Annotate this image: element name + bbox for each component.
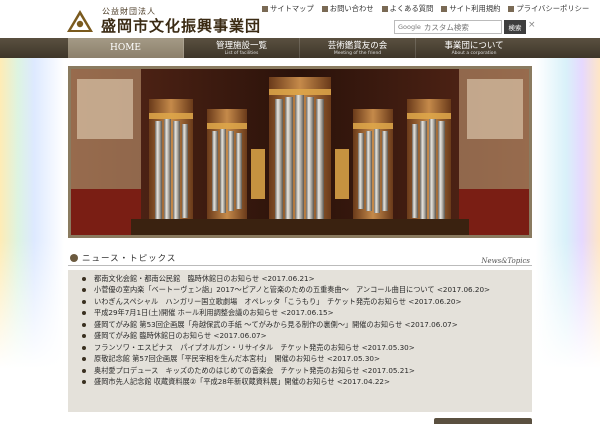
dot-bullet-icon <box>82 334 86 339</box>
google-label: Google <box>398 23 421 31</box>
nav-about[interactable]: 事業団について About a corporation <box>416 38 532 58</box>
org-name[interactable]: 盛岡市文化振興事業団 <box>101 15 261 36</box>
circle-bullet-icon <box>70 254 78 262</box>
news-list: 都南文化会館・都南公民館 臨時休館日のお知らせ <2017.06.21> 小菅優… <box>68 270 532 412</box>
news-item[interactable]: 都南文化会館・都南公民館 臨時休館日のお知らせ <2017.06.21> <box>68 273 532 285</box>
dot-bullet-icon <box>82 345 86 350</box>
clear-search-icon[interactable]: × <box>528 20 536 30</box>
news-item[interactable]: 盛岡てがみ館 臨時休館日のお知らせ <2017.06.07> <box>68 331 532 343</box>
top-link-contact[interactable]: お問い合わせ <box>321 4 374 14</box>
dot-bullet-icon <box>82 357 86 362</box>
dot-bullet-icon <box>82 276 86 281</box>
news-more-tab[interactable] <box>434 418 532 424</box>
square-bullet-icon <box>262 6 268 12</box>
news-title: ニュース・トピックス <box>82 254 177 264</box>
news-item[interactable]: 原敬記念館 第57回企画展「平民宰相を生んだ本宮村」 開催のお知らせ <2017… <box>68 354 532 366</box>
nav-friends-club[interactable]: 芸術鑑賞友の会 Meeting of the friend <box>300 38 416 58</box>
dot-bullet-icon <box>82 288 86 293</box>
square-bullet-icon <box>441 6 448 12</box>
top-link-privacy[interactable]: プライバシーポリシー <box>508 4 589 14</box>
top-link-terms[interactable]: サイト利用規約 <box>441 4 500 14</box>
logo-icon[interactable] <box>66 9 94 33</box>
nav-home[interactable]: HOME <box>68 38 184 58</box>
search-button[interactable]: 検索 <box>504 20 526 34</box>
search-input[interactable] <box>423 22 490 32</box>
news-item[interactable]: 盛岡てがみ館 第53回企画展「舟越保武の手紙 ～てがみから見る制作の裏側～」開催… <box>68 319 532 331</box>
news-item[interactable]: いわぎんスペシャル ハンガリー国立歌劇場 オペレッタ「こうもり」 チケット発売の… <box>68 296 532 308</box>
dot-bullet-icon <box>82 380 86 385</box>
top-link-sitemap[interactable]: サイトマップ <box>262 4 314 14</box>
divider <box>68 265 532 266</box>
dot-bullet-icon <box>82 368 86 373</box>
square-bullet-icon <box>381 6 388 12</box>
dot-bullet-icon <box>82 322 86 327</box>
news-item[interactable]: 盛岡市先人記念館 収蔵資料展②「平成28年新収蔵資料展」開催のお知らせ <201… <box>68 377 532 389</box>
news-title-en: News&Topics <box>481 257 530 265</box>
top-link-faq[interactable]: よくある質問 <box>381 4 433 14</box>
news-item[interactable]: 小菅優の室内楽「ベートーヴェン詣」2017～ピアノと管楽のための五重奏曲～ アン… <box>68 285 532 297</box>
dot-bullet-icon <box>82 299 86 304</box>
dot-bullet-icon <box>82 311 86 316</box>
site-header: 公益財団法人 盛岡市文化振興事業団 サイトマップ お問い合わせ よくある質問 サ… <box>0 0 600 38</box>
nav-facilities[interactable]: 管理施設一覧 List of facilities <box>184 38 300 58</box>
news-section-header: ニュース・トピックス News&Topics <box>68 251 532 267</box>
hero-image-pipe-organ <box>68 66 532 238</box>
news-item[interactable]: フランソワ・エスピナス パイプオルガン・リサイタル チケット発売のお知らせ <2… <box>68 342 532 354</box>
square-bullet-icon <box>321 6 328 12</box>
news-item[interactable]: 平成29年7月1日(土)開催 ホール利用調整会議のお知らせ <2017.06.1… <box>68 308 532 320</box>
news-item[interactable]: 奥村愛プロデュース キッズのためのはじめての音楽会 チケット発売のお知らせ <2… <box>68 365 532 377</box>
main-nav: HOME 管理施設一覧 List of facilities 芸術鑑賞友の会 M… <box>0 38 600 58</box>
square-bullet-icon <box>508 6 515 12</box>
top-links: サイトマップ お問い合わせ よくある質問 サイト利用規約 プライバシーポリシー <box>262 4 589 14</box>
pipe-organ-illustration <box>71 69 529 235</box>
search-box: Google <box>394 20 502 34</box>
